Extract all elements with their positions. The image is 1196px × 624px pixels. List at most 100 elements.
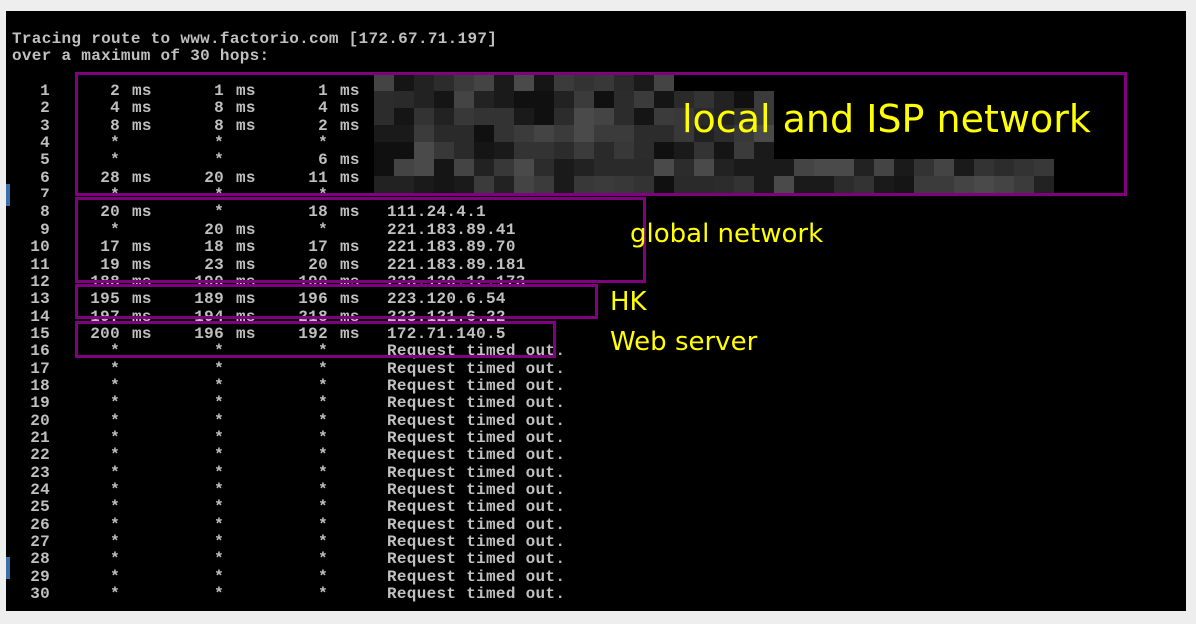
rtt-value: * <box>318 446 328 465</box>
window-edge-accent <box>6 557 10 579</box>
annotation-label-web-server: Web server <box>610 327 758 357</box>
rtt-value: * <box>318 515 328 534</box>
hop-row: 25 * * * Request timed out. <box>12 499 712 516</box>
hop-host: Request timed out. <box>387 515 566 534</box>
rtt-value: * <box>110 463 120 482</box>
rtt-value: * <box>318 429 328 447</box>
rtt-value: * <box>318 463 328 482</box>
hop-number: 10 <box>30 238 50 257</box>
rtt-value: * <box>110 376 120 395</box>
rtt-value: * <box>110 446 120 465</box>
rtt-value: * <box>318 481 328 500</box>
hop-number: 16 <box>30 342 50 361</box>
hop-host: Request timed out. <box>387 533 566 552</box>
rtt-value: * <box>318 411 328 430</box>
hop-host: Request timed out. <box>387 359 566 378</box>
hop-host: Request timed out. <box>387 463 566 482</box>
hop-number: 29 <box>30 567 50 586</box>
rtt-value: * <box>214 515 224 534</box>
rtt-value: * <box>110 394 120 413</box>
hop-number: 3 <box>40 116 50 135</box>
hop-row: 24 * * * Request timed out. <box>12 482 712 499</box>
rtt-value: * <box>318 376 328 395</box>
annotation-box-web-server <box>75 321 556 358</box>
rtt-value: * <box>110 585 120 604</box>
rtt-value: * <box>110 515 120 534</box>
hop-host: Request timed out. <box>387 429 566 447</box>
rtt-value: * <box>318 359 328 378</box>
hop-number: 12 <box>30 272 50 291</box>
rtt-value: * <box>110 567 120 586</box>
hop-number: 8 <box>40 203 50 222</box>
hop-number: 6 <box>40 168 50 187</box>
rtt-value: * <box>214 359 224 378</box>
rtt-value: * <box>214 411 224 430</box>
rtt-value: * <box>214 429 224 447</box>
hop-number: 24 <box>30 481 50 500</box>
hop-number: 21 <box>30 429 50 447</box>
rtt-value: * <box>110 481 120 500</box>
hop-host: Request timed out. <box>387 446 566 465</box>
hop-row: 28 * * * Request timed out. <box>12 551 712 568</box>
hop-row: 18 * * * Request timed out. <box>12 376 712 395</box>
hop-number: 5 <box>40 151 50 170</box>
trace-header-line: over a maximum of 30 hops: <box>12 47 270 65</box>
rtt-value: * <box>318 498 328 517</box>
hop-host: Request timed out. <box>387 585 566 604</box>
hop-row: 23 * * * Request timed out. <box>12 463 712 482</box>
hop-number: 4 <box>40 134 50 153</box>
hop-host: Request timed out. <box>387 550 566 569</box>
hop-number: 26 <box>30 515 50 534</box>
rtt-value: * <box>214 498 224 517</box>
rtt-value: * <box>214 533 224 552</box>
hop-number: 25 <box>30 498 50 517</box>
annotation-label-hk: HK <box>610 287 647 317</box>
rtt-value: * <box>110 359 120 378</box>
hop-host: Request timed out. <box>387 411 566 430</box>
rtt-value: * <box>214 567 224 586</box>
hop-number: 15 <box>30 324 50 343</box>
rtt-value: * <box>214 446 224 465</box>
hop-row: 29 * * * Request timed out. <box>12 567 712 586</box>
rtt-value: * <box>214 585 224 604</box>
rtt-value: * <box>318 550 328 569</box>
annotation-box-hk <box>75 284 598 319</box>
rtt-value: * <box>214 550 224 569</box>
rtt-value: * <box>110 498 120 517</box>
rtt-value: * <box>110 533 120 552</box>
hop-number: 27 <box>30 533 50 552</box>
hop-row: 19 * * * Request timed out. <box>12 395 712 412</box>
rtt-value: * <box>318 585 328 604</box>
hop-number: 11 <box>30 255 50 274</box>
window-edge-accent <box>6 184 10 206</box>
rtt-value: * <box>110 550 120 569</box>
hop-row: 22 * * * Request timed out. <box>12 447 712 464</box>
hop-number: 18 <box>30 376 50 395</box>
hop-host: Request timed out. <box>387 394 566 413</box>
rtt-value: * <box>110 429 120 447</box>
annotation-box-global <box>75 197 646 283</box>
hop-row: 30 * * * Request timed out. <box>12 586 712 603</box>
rtt-value: * <box>214 463 224 482</box>
hop-number: 23 <box>30 463 50 482</box>
rtt-value: * <box>214 376 224 395</box>
hop-row: 27 * * * Request timed out. <box>12 534 712 551</box>
hop-row: 26 * * * Request timed out. <box>12 515 712 534</box>
rtt-value: * <box>110 411 120 430</box>
annotation-label-global: global network <box>630 219 824 249</box>
hop-row: 21 * * * Request timed out. <box>12 430 712 447</box>
hop-number: 13 <box>30 290 50 309</box>
hop-number: 2 <box>40 99 50 118</box>
command-prompt-window: Tracing route to www.factorio.com [172.6… <box>6 11 1186 611</box>
hop-host: Request timed out. <box>387 498 566 517</box>
hop-host: Request timed out. <box>387 376 566 395</box>
hop-number: 7 <box>40 187 50 198</box>
hop-number: 9 <box>40 220 50 239</box>
annotation-label-local-isp: local and ISP network <box>682 97 1091 141</box>
hop-host: Request timed out. <box>387 567 566 586</box>
rtt-value: * <box>214 394 224 413</box>
hop-number: 14 <box>30 307 50 326</box>
hop-number: 19 <box>30 394 50 413</box>
rtt-value: * <box>318 567 328 586</box>
trace-header-line: Tracing route to www.factorio.com [172.6… <box>12 30 498 48</box>
